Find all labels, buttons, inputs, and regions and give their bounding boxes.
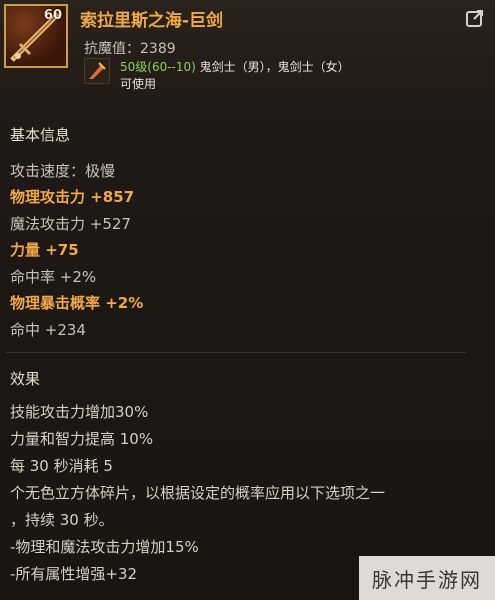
item-header: 60 索拉里斯之海-巨剑 抗魔值：2389 50级(60--10) 鬼剑士（男）… xyxy=(0,0,495,96)
item-name: 索拉里斯之海-巨剑 xyxy=(80,11,224,31)
section-divider xyxy=(6,352,466,353)
effect-line: -所有属性增强+32 xyxy=(10,565,138,583)
effect-line: -物理和魔法攻击力增加15% xyxy=(10,538,199,556)
share-icon[interactable] xyxy=(465,8,485,28)
item-level-badge: 60 xyxy=(43,8,62,23)
usable-status: 可使用 xyxy=(120,77,157,91)
item-tooltip-panel: 60 索拉里斯之海-巨剑 抗魔值：2389 50级(60--10) 鬼剑士（男）… xyxy=(0,0,495,600)
effect-line: ，持续 30 秒。 xyxy=(10,511,114,529)
basic-info-title: 基本信息 xyxy=(10,126,71,144)
effect-line: 技能攻击力增加30% xyxy=(10,403,149,421)
stat-hit: 命中 +234 xyxy=(10,321,86,339)
effect-line: 力量和智力提高 10% xyxy=(10,430,154,448)
effect-line: 个无色立方体碎片，以根据设定的概率应用以下选项之一 xyxy=(10,484,386,502)
stat-physical-attack: 物理攻击力 +857 xyxy=(10,188,135,206)
stat-attack-speed: 攻击速度：极慢 xyxy=(10,162,116,180)
effects-title: 效果 xyxy=(10,370,41,388)
required-jobs: 鬼剑士（男），鬼剑士（女） xyxy=(195,60,350,74)
anti-magic-value: 抗魔值：2389 xyxy=(84,41,176,57)
site-watermark: 脉冲手游网 xyxy=(359,556,495,600)
stat-physical-crit: 物理暴击概率 +2% xyxy=(10,294,144,312)
stat-magic-attack: 魔法攻击力 +527 xyxy=(10,215,131,233)
sword-item-icon[interactable]: 60 xyxy=(4,4,68,68)
stat-hit-rate: 命中率 +2% xyxy=(10,268,97,286)
required-level: 50级(60--10) xyxy=(120,60,196,74)
job-class-icon xyxy=(84,58,110,84)
effect-line: 每 30 秒消耗 5 xyxy=(10,457,113,475)
stat-strength: 力量 +75 xyxy=(10,241,79,259)
requirement-line: 50级(60--10) 鬼剑士（男），鬼剑士（女） xyxy=(120,58,350,75)
